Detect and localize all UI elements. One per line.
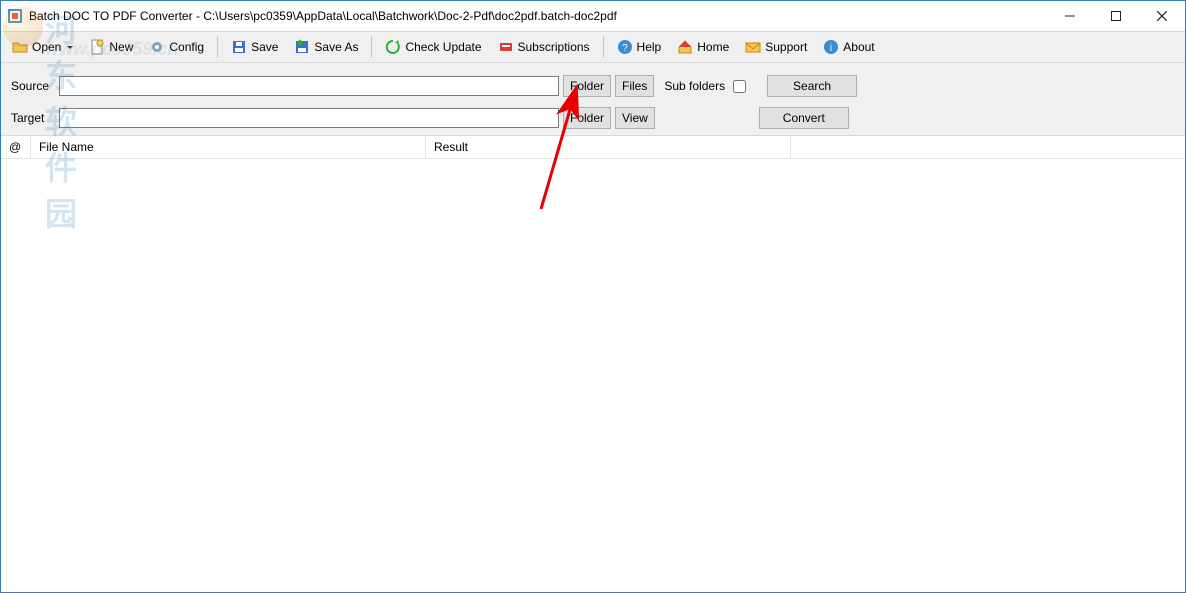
col-at[interactable]: @ — [1, 136, 31, 158]
save-as-button[interactable]: Save As — [287, 35, 365, 59]
target-label: Target — [11, 111, 55, 125]
open-label: Open — [32, 40, 61, 54]
separator — [603, 36, 604, 58]
toolbar: Open New Config Save Save As — [1, 31, 1185, 63]
source-folder-button[interactable]: Folder — [563, 75, 611, 97]
col-filename[interactable]: File Name — [31, 136, 426, 158]
check-update-label: Check Update — [405, 40, 481, 54]
about-label: About — [843, 40, 874, 54]
subscriptions-label: Subscriptions — [518, 40, 590, 54]
chevron-down-icon — [67, 46, 73, 49]
search-button[interactable]: Search — [767, 75, 857, 97]
config-button[interactable]: Config — [142, 35, 211, 59]
path-rows: Source Folder Files Sub folders Search T… — [1, 63, 1185, 135]
svg-text:?: ? — [622, 43, 628, 54]
target-folder-button[interactable]: Folder — [563, 107, 611, 129]
app-icon — [7, 8, 23, 24]
target-row: Target Folder View Convert — [11, 107, 1175, 129]
about-button[interactable]: i About — [816, 35, 881, 59]
sub-folders-checkbox[interactable] — [733, 80, 746, 93]
save-as-label: Save As — [314, 40, 358, 54]
support-button[interactable]: Support — [738, 35, 814, 59]
new-button[interactable]: New — [82, 35, 140, 59]
titlebar: Batch DOC TO PDF Converter - C:\Users\pc… — [1, 1, 1185, 31]
table-body — [1, 159, 1185, 592]
target-input[interactable] — [59, 108, 559, 128]
subscriptions-button[interactable]: Subscriptions — [491, 35, 597, 59]
convert-button[interactable]: Convert — [759, 107, 849, 129]
target-view-button[interactable]: View — [615, 107, 655, 129]
separator — [217, 36, 218, 58]
help-button[interactable]: ? Help — [610, 35, 669, 59]
svg-text:i: i — [830, 43, 832, 54]
separator — [371, 36, 372, 58]
col-spacer — [791, 136, 1185, 158]
config-label: Config — [169, 40, 204, 54]
new-label: New — [109, 40, 133, 54]
source-input[interactable] — [59, 76, 559, 96]
window-controls — [1047, 1, 1185, 31]
home-button[interactable]: Home — [670, 35, 736, 59]
help-label: Help — [637, 40, 662, 54]
info-icon: i — [823, 39, 839, 55]
window-title: Batch DOC TO PDF Converter - C:\Users\pc… — [29, 9, 1047, 23]
new-doc-icon — [89, 39, 105, 55]
save-icon — [231, 39, 247, 55]
source-label: Source — [11, 79, 55, 93]
save-label: Save — [251, 40, 278, 54]
support-label: Support — [765, 40, 807, 54]
open-button[interactable]: Open — [5, 35, 80, 59]
cart-icon — [498, 39, 514, 55]
minimize-button[interactable] — [1047, 1, 1093, 31]
save-as-icon — [294, 39, 310, 55]
close-button[interactable] — [1139, 1, 1185, 31]
folder-open-icon — [12, 39, 28, 55]
source-files-button[interactable]: Files — [615, 75, 654, 97]
gear-icon — [149, 39, 165, 55]
help-icon: ? — [617, 39, 633, 55]
table-header: @ File Name Result — [1, 135, 1185, 159]
home-label: Home — [697, 40, 729, 54]
check-update-button[interactable]: Check Update — [378, 35, 488, 59]
save-button[interactable]: Save — [224, 35, 285, 59]
support-icon — [745, 39, 761, 55]
source-row: Source Folder Files Sub folders Search — [11, 75, 1175, 97]
maximize-button[interactable] — [1093, 1, 1139, 31]
home-icon — [677, 39, 693, 55]
refresh-icon — [385, 39, 401, 55]
col-result[interactable]: Result — [426, 136, 791, 158]
sub-folders-label: Sub folders — [664, 79, 725, 93]
